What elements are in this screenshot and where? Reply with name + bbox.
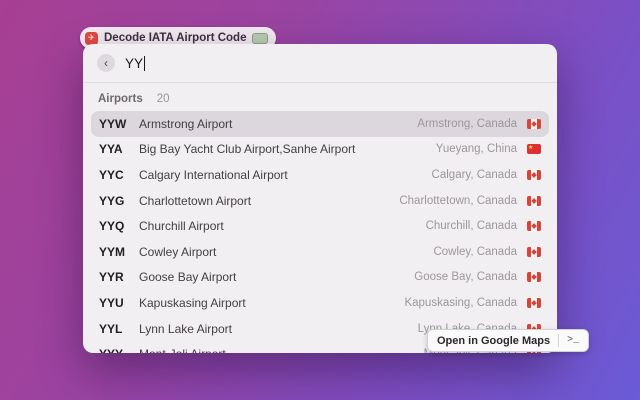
airport-code: YYA xyxy=(99,142,123,157)
section-header: Airports 20 xyxy=(83,83,557,111)
table-row[interactable]: YYQ Churchill Airport Churchill, Canada xyxy=(91,213,549,239)
table-row[interactable]: YYC Calgary International Airport Calgar… xyxy=(91,162,549,188)
section-title: Airports xyxy=(98,93,143,105)
airport-location: Cowley, Canada xyxy=(433,245,517,258)
airport-location: Goose Bay, Canada xyxy=(414,271,517,284)
search-input[interactable]: YY xyxy=(125,55,146,71)
compact-mode-icon xyxy=(252,32,269,44)
search-value: YY xyxy=(125,55,144,71)
table-row[interactable]: YYR Goose Bay Airport Goose Bay, Canada xyxy=(91,265,549,291)
table-row[interactable]: YYG Charlottetown Airport Charlottetown,… xyxy=(91,188,549,214)
airplane-icon: ✈ xyxy=(85,31,98,45)
country-flag-icon xyxy=(527,169,541,180)
airport-list: YYW Armstrong Airport Armstrong, Canada … xyxy=(83,111,557,353)
desktop-background: ✈ Decode IATA Airport Code ‹ YY Airports… xyxy=(0,0,640,400)
open-in-google-maps-action[interactable]: Open in Google Maps >_ xyxy=(427,329,590,352)
airport-code: YYC xyxy=(99,167,124,182)
airport-location: Calgary, Canada xyxy=(431,168,517,181)
table-row[interactable]: YYM Cowley Airport Cowley, Canada xyxy=(91,239,549,265)
search-bar: ‹ YY xyxy=(83,44,557,83)
airport-name: Charlottetown Airport xyxy=(139,193,252,208)
airport-location: Armstrong, Canada xyxy=(417,117,517,130)
airport-name: Cowley Airport xyxy=(139,244,217,259)
airport-name: Goose Bay Airport xyxy=(139,270,237,285)
command-title: Decode IATA Airport Code xyxy=(104,32,247,44)
airport-name: Calgary International Airport xyxy=(139,167,288,182)
airport-code: YYG xyxy=(99,193,125,208)
country-flag-icon xyxy=(527,118,541,129)
table-row[interactable]: YYU Kapuskasing Airport Kapuskasing, Can… xyxy=(91,290,549,316)
airport-code: YYW xyxy=(99,116,127,131)
airport-name: Big Bay Yacht Club Airport,Sanhe Airport xyxy=(139,142,356,157)
terminal-shortcut-icon: >_ xyxy=(567,335,580,346)
country-flag-icon xyxy=(527,195,541,206)
airport-location: Kapuskasing, Canada xyxy=(404,296,517,309)
airport-name: Mont-Joli Airport xyxy=(139,347,414,353)
section-count: 20 xyxy=(156,93,170,105)
airport-location: Churchill, Canada xyxy=(425,220,517,233)
country-flag-icon xyxy=(527,144,541,155)
back-button[interactable]: ‹ xyxy=(97,54,115,72)
table-row[interactable]: YYA Big Bay Yacht Club Airport,Sanhe Air… xyxy=(91,137,549,163)
airport-name: Armstrong Airport xyxy=(139,116,233,131)
table-row[interactable]: YYW Armstrong Airport Armstrong, Canada xyxy=(91,111,549,137)
action-label: Open in Google Maps xyxy=(437,334,551,347)
divider xyxy=(558,334,560,347)
airport-name: Lynn Lake Airport xyxy=(139,321,232,336)
country-flag-icon xyxy=(527,272,541,283)
airport-location: Yueyang, China xyxy=(435,143,517,156)
airport-name: Kapuskasing Airport xyxy=(139,295,246,310)
airport-code: YYM xyxy=(99,244,126,259)
airport-code: YYR xyxy=(99,270,124,285)
airport-code: YYL xyxy=(99,321,123,336)
airport-location: Charlottetown, Canada xyxy=(399,194,517,207)
country-flag-icon xyxy=(527,246,541,257)
text-caret xyxy=(144,55,146,71)
raycast-window: ‹ YY Airports 20 YYW Armstrong Airport A… xyxy=(83,44,557,353)
airport-code: YYU xyxy=(99,295,124,310)
country-flag-icon xyxy=(527,221,541,232)
airport-code: YYQ xyxy=(99,219,125,234)
country-flag-icon xyxy=(527,297,541,308)
airport-code: YYY xyxy=(99,347,129,353)
airport-name: Churchill Airport xyxy=(139,219,224,234)
